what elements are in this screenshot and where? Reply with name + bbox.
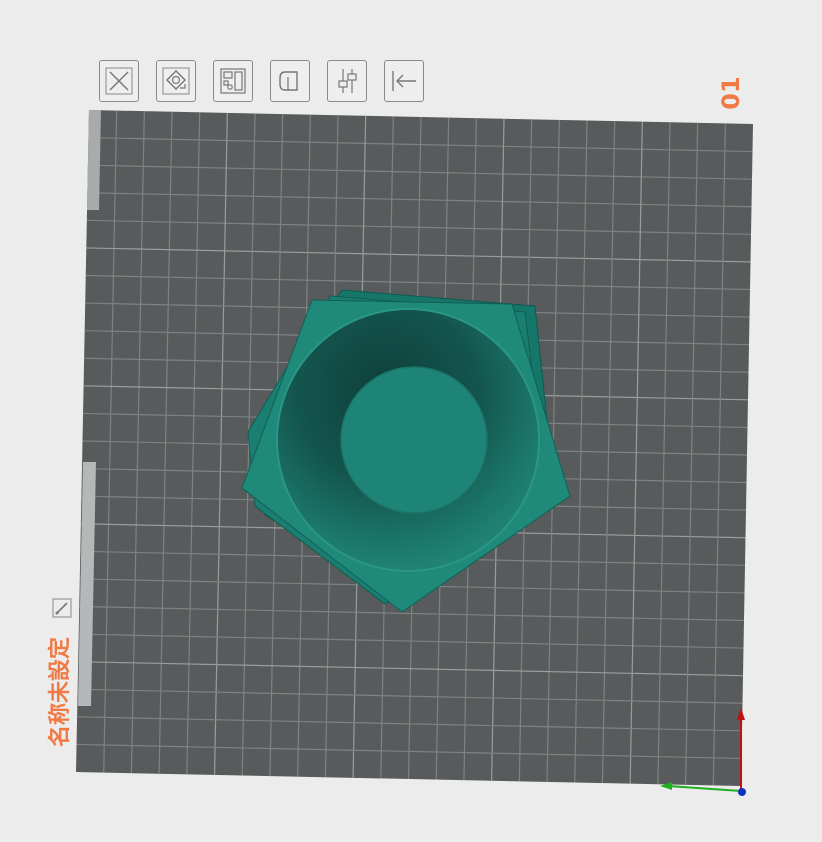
lock-button[interactable] [270, 60, 310, 102]
settings-button[interactable] [327, 60, 367, 102]
auto-orient-button[interactable] [156, 60, 196, 102]
plate-number: 01 [717, 76, 745, 110]
auto-orient-icon [162, 67, 190, 95]
plate-edge-strip-top [87, 110, 101, 210]
arrange-grid-icon [220, 68, 246, 94]
edit-name-button[interactable] [52, 598, 72, 618]
close-x-icon [105, 67, 133, 95]
arrow-left-bar-icon [392, 71, 416, 91]
back-button[interactable] [384, 60, 424, 102]
close-button[interactable] [99, 60, 139, 102]
plate-name: 名称未設定 [48, 637, 73, 748]
edit-pencil-icon [52, 598, 72, 618]
arrange-button[interactable] [213, 60, 253, 102]
lock-icon [279, 71, 298, 91]
build-plate-viewport[interactable] [0, 0, 822, 842]
sliders-icon [338, 69, 357, 93]
